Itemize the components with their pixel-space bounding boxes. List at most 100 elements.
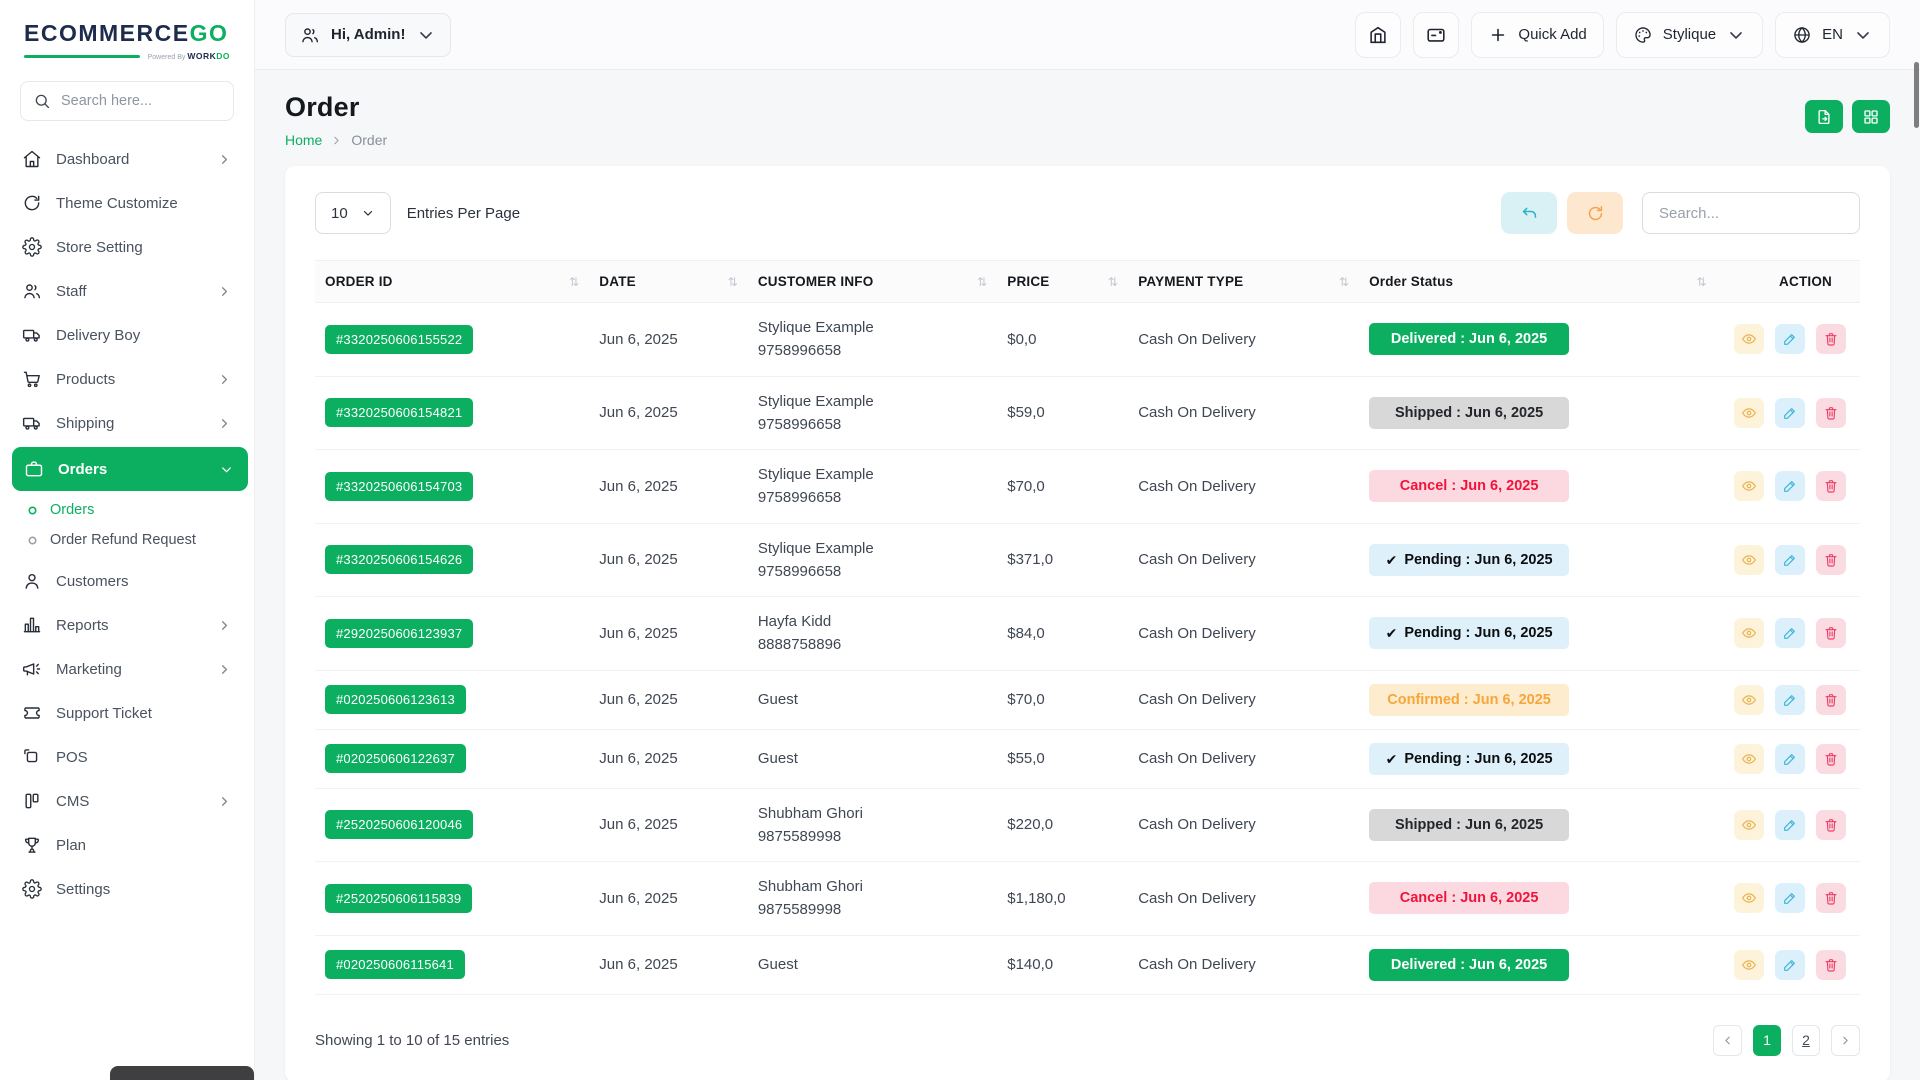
brand-logo[interactable]: ECOMMERCEGO Powered By WORKDO <box>0 0 254 65</box>
delete-order-button[interactable] <box>1816 883 1846 913</box>
refresh-button[interactable] <box>1567 192 1623 234</box>
sidebar-item-support-ticket[interactable]: Support Ticket <box>0 691 254 735</box>
delete-order-button[interactable] <box>1816 810 1846 840</box>
sort-icon[interactable]: ⇅ <box>1339 275 1349 289</box>
sort-icon[interactable]: ⇅ <box>569 275 579 289</box>
edit-order-button[interactable] <box>1775 685 1805 715</box>
order-id-badge[interactable]: #020250606115641 <box>325 950 465 979</box>
view-order-button[interactable] <box>1734 398 1764 428</box>
delete-order-button[interactable] <box>1816 398 1846 428</box>
order-id-badge[interactable]: #2920250606123937 <box>325 619 473 648</box>
view-order-button[interactable] <box>1734 324 1764 354</box>
export-button[interactable] <box>1805 100 1843 133</box>
undo-button[interactable] <box>1501 192 1557 234</box>
edit-order-button[interactable] <box>1775 398 1805 428</box>
col-action: ACTION <box>1717 261 1860 303</box>
edit-order-button[interactable] <box>1775 810 1805 840</box>
email-button[interactable] <box>1413 12 1459 58</box>
briefcase-icon <box>24 459 44 479</box>
delete-order-button[interactable] <box>1816 545 1846 575</box>
edit-order-button[interactable] <box>1775 618 1805 648</box>
order-id-badge[interactable]: #3320250606154821 <box>325 398 473 427</box>
theme-select-button[interactable]: Stylique <box>1616 12 1763 58</box>
pagination-next-button[interactable] <box>1831 1025 1860 1056</box>
breadcrumb-home-link[interactable]: Home <box>285 132 322 148</box>
delete-order-button[interactable] <box>1816 324 1846 354</box>
payment-type: Cash On Delivery <box>1128 862 1359 936</box>
order-id-badge[interactable]: #3320250606155522 <box>325 325 473 354</box>
trash-icon <box>1823 625 1839 641</box>
col-price: PRICE⇅ <box>997 261 1128 303</box>
order-id-badge[interactable]: #2520250606120046 <box>325 810 473 839</box>
order-price: $1,180,0 <box>997 862 1128 936</box>
sidebar-item-customers[interactable]: Customers <box>0 559 254 603</box>
order-id-badge[interactable]: #2520250606115839 <box>325 884 472 913</box>
order-id-badge[interactable]: #020250606123613 <box>325 685 466 714</box>
edit-order-button[interactable] <box>1775 324 1805 354</box>
admin-menu-button[interactable]: Hi, Admin! <box>285 13 451 57</box>
submenu-item-order-refund-request[interactable]: Order Refund Request <box>0 525 254 555</box>
sort-icon[interactable]: ⇅ <box>977 275 987 289</box>
sidebar-item-plan[interactable]: Plan <box>0 823 254 867</box>
view-order-button[interactable] <box>1734 883 1764 913</box>
sidebar-item-store-setting[interactable]: Store Setting <box>0 225 254 269</box>
view-order-button[interactable] <box>1734 618 1764 648</box>
edit-order-button[interactable] <box>1775 744 1805 774</box>
submenu-item-orders[interactable]: Orders <box>0 495 254 525</box>
edit-order-button[interactable] <box>1775 545 1805 575</box>
edit-order-button[interactable] <box>1775 883 1805 913</box>
order-id-badge[interactable]: #3320250606154703 <box>325 472 473 501</box>
sidebar-search[interactable] <box>20 81 234 121</box>
edit-order-button[interactable] <box>1775 950 1805 980</box>
sidebar-item-reports[interactable]: Reports <box>0 603 254 647</box>
quick-add-button[interactable]: Quick Add <box>1471 12 1603 58</box>
scrollbar-thumb[interactable] <box>1914 62 1919 128</box>
sidebar-item-shipping[interactable]: Shipping <box>0 401 254 445</box>
view-order-button[interactable] <box>1734 810 1764 840</box>
table-search-input[interactable] <box>1642 192 1860 234</box>
storefront-button[interactable] <box>1355 12 1401 58</box>
view-order-button[interactable] <box>1734 545 1764 575</box>
grid-view-button[interactable] <box>1852 100 1890 133</box>
order-date: Jun 6, 2025 <box>589 935 748 994</box>
delete-order-button[interactable] <box>1816 950 1846 980</box>
sort-icon[interactable]: ⇅ <box>1108 275 1118 289</box>
order-id-badge[interactable]: #020250606122637 <box>325 744 466 773</box>
sidebar-item-marketing[interactable]: Marketing <box>0 647 254 691</box>
view-order-button[interactable] <box>1734 471 1764 501</box>
sidebar-search-input[interactable] <box>61 93 221 109</box>
delete-order-button[interactable] <box>1816 618 1846 648</box>
sidebar-item-cms[interactable]: CMS <box>0 779 254 823</box>
sidebar-item-delivery-boy[interactable]: Delivery Boy <box>0 313 254 357</box>
language-select-button[interactable]: EN <box>1775 12 1890 58</box>
delete-order-button[interactable] <box>1816 744 1846 774</box>
sidebar-item-staff[interactable]: Staff <box>0 269 254 313</box>
view-order-button[interactable] <box>1734 744 1764 774</box>
view-order-button[interactable] <box>1734 950 1764 980</box>
order-id-badge[interactable]: #3320250606154626 <box>325 545 473 574</box>
sort-icon[interactable]: ⇅ <box>728 275 738 289</box>
chevron-right-icon <box>217 284 232 299</box>
orders-table: ORDER ID⇅ DATE⇅ CUSTOMER INFO⇅ PRICE⇅ PA… <box>315 260 1860 995</box>
sidebar-item-orders[interactable]: Orders <box>12 447 248 491</box>
sidebar-item-pos[interactable]: POS <box>0 735 254 779</box>
delete-order-button[interactable] <box>1816 685 1846 715</box>
pagination-prev-button[interactable] <box>1713 1025 1742 1056</box>
sidebar-item-dashboard[interactable]: Dashboard <box>0 137 254 181</box>
sidebar-item-theme-customize[interactable]: Theme Customize <box>0 181 254 225</box>
pagination-page-2[interactable]: 2 <box>1792 1025 1820 1056</box>
entries-summary: Showing 1 to 10 of 15 entries <box>315 1032 509 1049</box>
delete-order-button[interactable] <box>1816 471 1846 501</box>
trash-icon <box>1823 405 1839 421</box>
edit-order-button[interactable] <box>1775 471 1805 501</box>
view-order-button[interactable] <box>1734 685 1764 715</box>
table-row: #020250606122637 Jun 6, 2025 Guest $55,0… <box>315 729 1860 788</box>
entries-per-page-select[interactable]: 10 <box>315 192 391 234</box>
pencil-icon <box>1782 692 1798 708</box>
sidebar-item-settings[interactable]: Settings <box>0 867 254 911</box>
ticket-icon <box>22 703 42 723</box>
customer-info: Stylique Example9758996658 <box>748 376 997 450</box>
sort-icon[interactable]: ⇅ <box>1696 275 1706 289</box>
pagination-page-1[interactable]: 1 <box>1753 1025 1781 1056</box>
sidebar-item-products[interactable]: Products <box>0 357 254 401</box>
